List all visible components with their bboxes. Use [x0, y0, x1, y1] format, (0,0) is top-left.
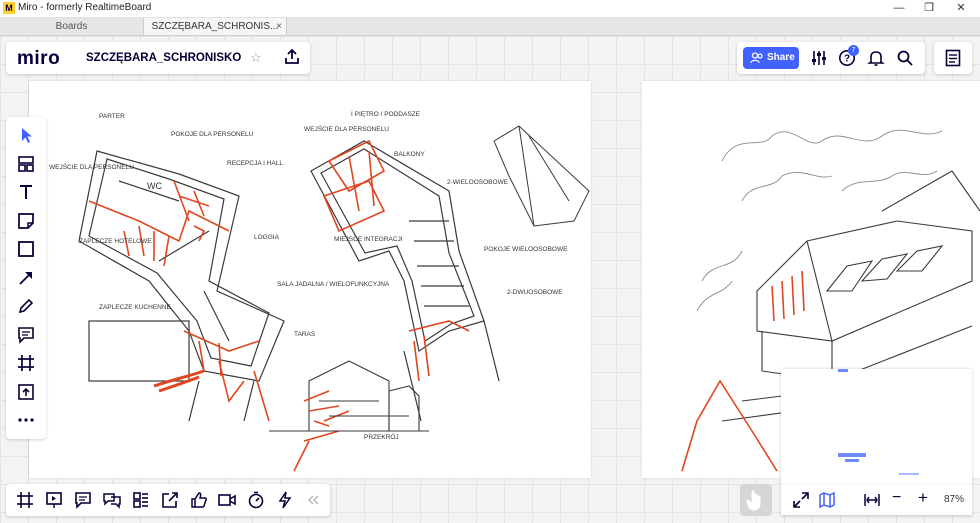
fullscreen-icon[interactable] [792, 491, 810, 509]
collapse-icon[interactable] [304, 491, 322, 509]
reaction-icon[interactable] [190, 491, 208, 509]
presentation-icon[interactable] [45, 491, 63, 509]
label-miejsce: MIEJSCE INTEGRACJI [334, 236, 403, 243]
restore-button[interactable]: ❐ [914, 0, 944, 17]
board-header: miro SZCZĘBARA_SCHRONISKO ☆ [6, 42, 310, 74]
comments-icon[interactable] [74, 491, 92, 509]
label-wc: WC [147, 181, 162, 191]
settings-sliders-icon[interactable] [810, 49, 828, 67]
label-zaplecze-hotelowe: ZAPLECZE HOTELOWE [79, 238, 152, 245]
close-button[interactable]: ✕ [946, 0, 976, 17]
more-icon[interactable] [16, 410, 36, 430]
tab-boards-label: Boards [55, 21, 88, 32]
export-icon[interactable] [161, 491, 179, 509]
left-toolbar [6, 117, 46, 439]
minimap-marker [838, 369, 848, 372]
label-balkony: BALKONY [394, 151, 425, 158]
floor-plan-sketch-image[interactable]: PARTER I PIĘTRO / PODDASZE POKOJE DLA PE… [29, 81, 591, 478]
tab-bar: Boards SZCZĘBARA_SCHRONIS... × [0, 18, 980, 36]
text-icon[interactable] [16, 182, 36, 202]
map-icon[interactable] [818, 491, 836, 509]
board-name[interactable]: SZCZĘBARA_SCHRONISKO [86, 52, 241, 64]
star-icon[interactable]: ☆ [250, 50, 262, 66]
arrow-icon[interactable] [16, 268, 36, 288]
label-sala: SALA JADALNA / WIELOFUNKCYJNA [277, 281, 390, 288]
hand-icon [746, 490, 761, 511]
frames-icon[interactable] [16, 491, 34, 509]
label-zaplecze-kuchenne: ZAPLECZE KUCHENNE [99, 304, 172, 311]
templates-icon[interactable] [16, 154, 36, 174]
window-titlebar: M Miro - formerly RealtimeBoard — ❐ ✕ [0, 0, 980, 18]
cursor-icon[interactable] [16, 125, 36, 145]
minimap[interactable] [781, 369, 972, 485]
label-wejscie2: WEJŚCIE DLA PERSONELU [304, 124, 389, 133]
zoom-bar: − + 87% [781, 485, 972, 515]
users-icon [750, 52, 763, 64]
window-title: Miro - formerly RealtimeBoard [18, 2, 152, 13]
search-icon[interactable] [896, 49, 914, 67]
minimap-marker [899, 473, 919, 475]
card-icon[interactable] [132, 491, 150, 509]
tab-current-board[interactable]: SZCZĘBARA_SCHRONIS... × [143, 18, 287, 35]
bell-icon[interactable] [867, 49, 885, 67]
hand-tool-button[interactable] [740, 484, 772, 516]
zoom-out-button[interactable]: − [892, 489, 901, 507]
label-wieloosobowe: 2-WIELOOSOBOWE [447, 179, 509, 186]
svg-text:?: ? [844, 54, 850, 65]
video-icon[interactable] [218, 491, 236, 509]
label-loggia: LOGGIA [254, 234, 280, 241]
label-pokoje-wieloosobowe: POKOJE WIELOOSOBOWE [484, 246, 568, 253]
upload-icon[interactable] [284, 48, 300, 66]
chat-icon[interactable] [103, 491, 121, 509]
activity-icon[interactable] [276, 491, 294, 509]
zoom-level[interactable]: 87% [944, 494, 964, 505]
minimap-marker [845, 459, 859, 462]
pen-icon[interactable] [16, 296, 36, 316]
miro-app-logo: M [3, 2, 15, 14]
tab-close-icon[interactable]: × [276, 18, 282, 35]
sticky-note-icon[interactable] [16, 211, 36, 231]
share-button[interactable]: Share [743, 47, 799, 69]
label-dwuosobowe: 2-DWUOSOBOWE [507, 289, 563, 296]
label-przekroj: PRZEKRÓJ [364, 432, 399, 441]
comment-icon[interactable] [16, 325, 36, 345]
label-parter: PARTER [99, 113, 125, 120]
floor-plan-drawing: PARTER I PIĘTRO / PODDASZE POKOJE DLA PE… [49, 111, 590, 472]
top-right-toolbar: Share ? 7 [737, 42, 925, 74]
notes-button[interactable] [934, 42, 972, 74]
label-recepcja: RECEPCJA I HALL [227, 160, 283, 167]
bottom-toolbar [6, 484, 330, 516]
minimize-button[interactable]: — [884, 0, 914, 17]
label-wejscie: WEJŚCIE DLA PERSONELU [49, 162, 134, 171]
fit-to-screen-icon[interactable] [863, 491, 881, 509]
zoom-in-button[interactable]: + [918, 488, 928, 508]
label-pietro: I PIĘTRO / PODDASZE [351, 111, 421, 118]
label-pokoje: POKOJE DLA PERSONELU [171, 131, 254, 138]
minimap-marker [838, 453, 866, 457]
share-label: Share [767, 52, 795, 63]
help-badge: 7 [848, 45, 859, 56]
frame-icon[interactable] [16, 353, 36, 373]
timer-icon[interactable] [247, 491, 265, 509]
tab-boards[interactable]: Boards [0, 18, 143, 35]
label-taras: TARAS [294, 331, 316, 338]
miro-logo[interactable]: miro [17, 48, 60, 70]
upload-file-icon[interactable] [16, 382, 36, 402]
notes-icon [945, 49, 961, 67]
shape-icon[interactable] [16, 239, 36, 259]
tab-current-board-label: SZCZĘBARA_SCHRONIS... [151, 21, 279, 32]
